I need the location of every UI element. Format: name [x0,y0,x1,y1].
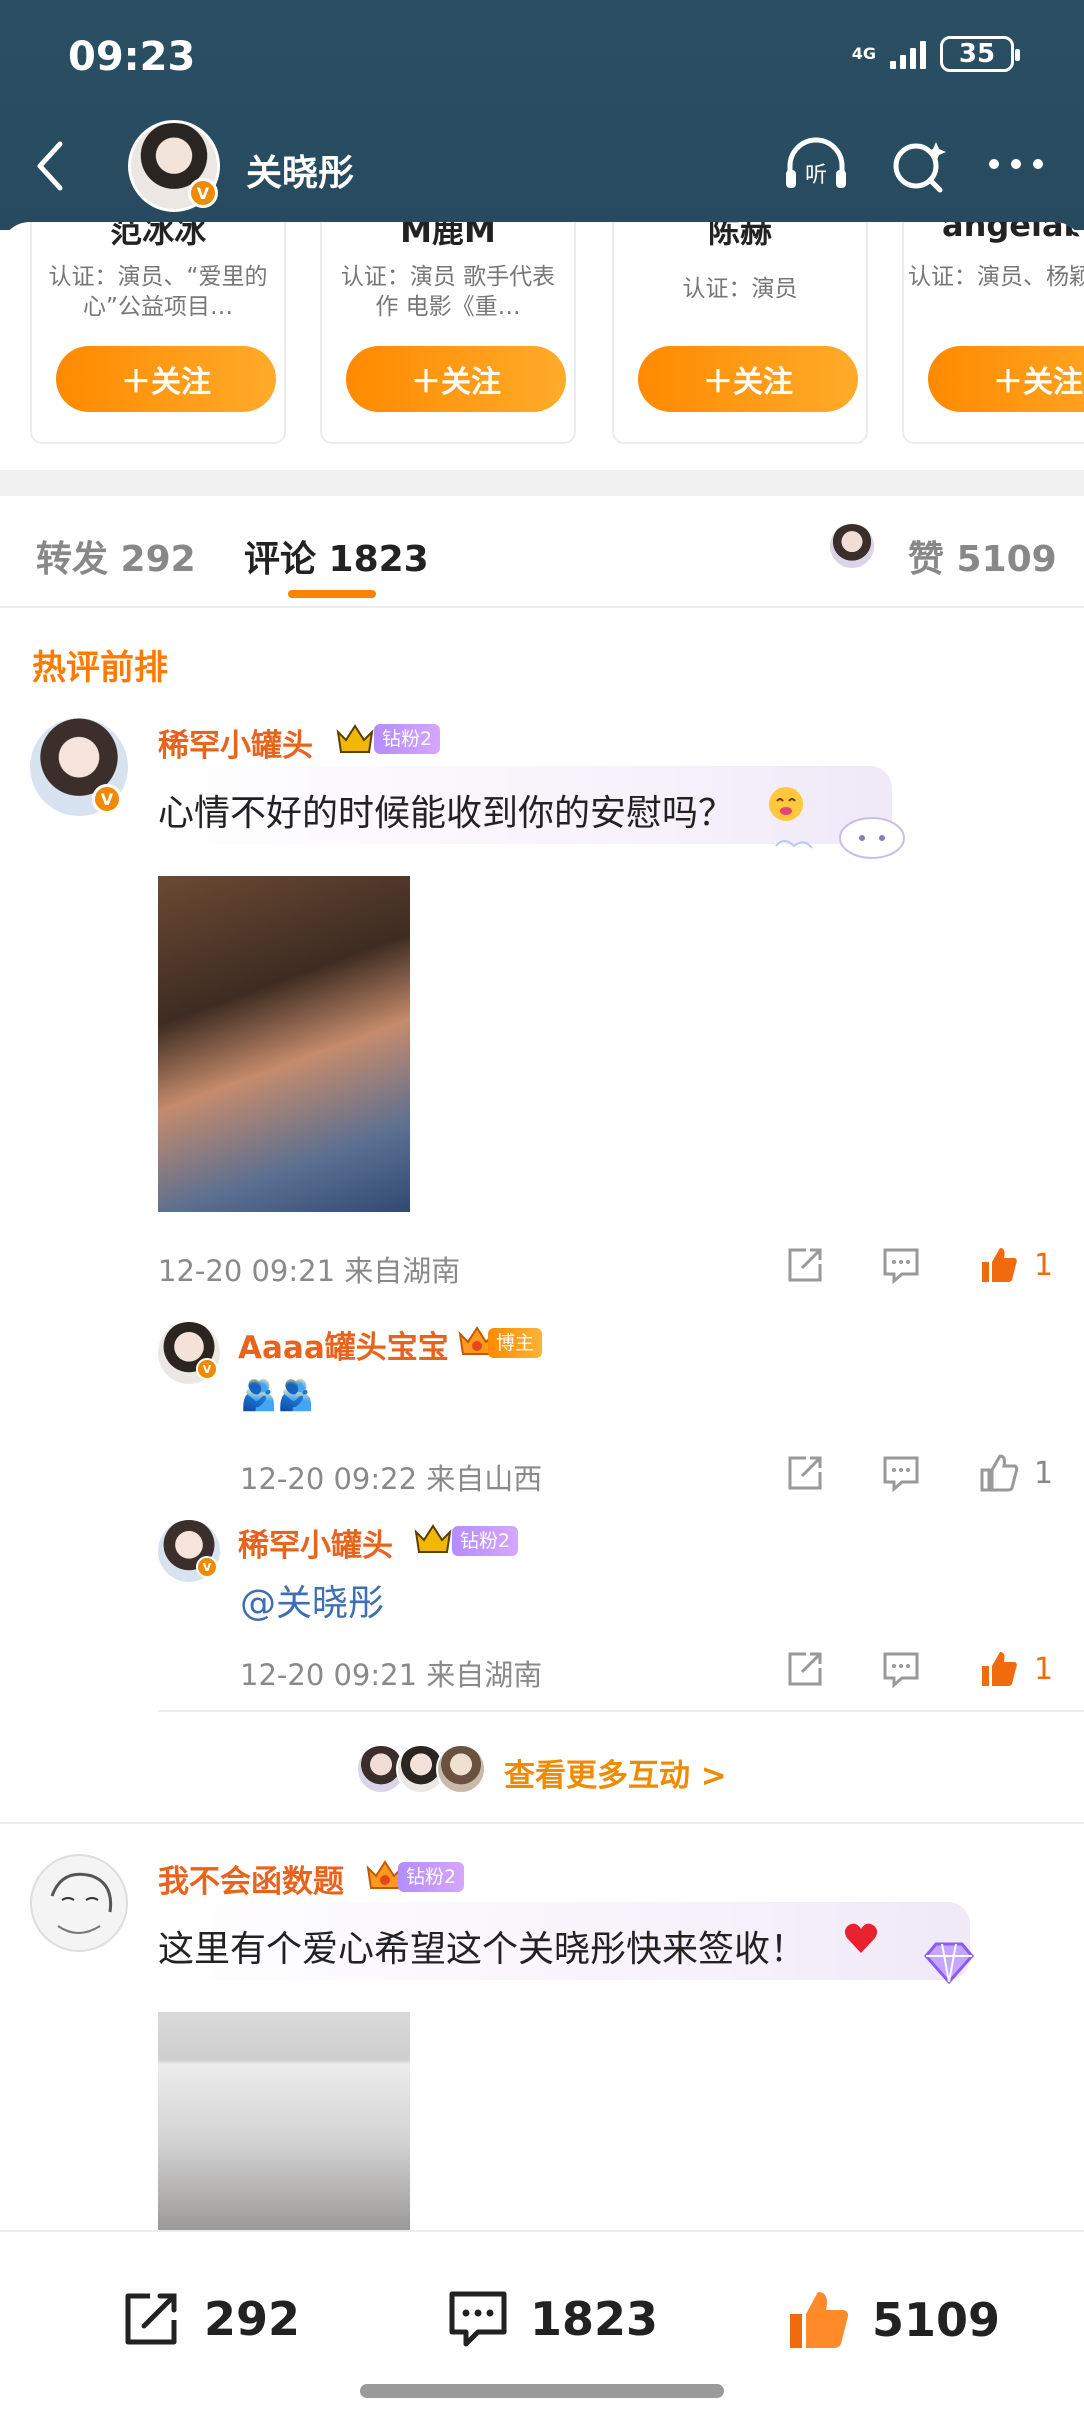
interaction-avatars [356,1744,490,1794]
reply-icon[interactable] [880,1244,922,1286]
network-label: 4G [851,44,876,63]
follow-button[interactable]: ＋关注 [638,346,858,412]
repost-action[interactable]: 292 [120,2288,300,2350]
comment-username[interactable]: 稀罕小罐头 [158,720,313,765]
follow-button[interactable]: ＋关注 [928,346,1084,412]
interaction-tabs: 转发 292 评论 1823 赞 5109 [0,496,1084,608]
tab-underline [288,590,376,598]
recommend-card[interactable]: M鹿M 认证：演员 歌手代表作 电影《重… ＋关注 [320,222,576,444]
like-count: 1 [1034,1248,1054,1283]
tab-comment[interactable]: 评论 1823 [244,530,429,582]
follow-button[interactable]: ＋关注 [56,346,276,412]
fan-badge: 钻粉2 [374,724,441,754]
comment-text: 这里有个爱心希望这个关晓彤快来签收！ [158,1929,807,1970]
comment-icon [449,2291,507,2347]
reply-icon[interactable] [880,1648,922,1690]
reply-username[interactable]: 稀罕小罐头 [238,1520,393,1565]
share-icon[interactable] [784,1452,826,1494]
status-icons: 4G 35 [851,36,1020,72]
status-time: 09:23 [68,34,196,80]
verified-badge-icon: V [196,1358,218,1380]
comment-count: 1823 [530,2292,659,2346]
reply-meta: 12-20 09:21 来自湖南 [240,1658,543,1692]
reply-icon[interactable] [880,1452,922,1494]
bottom-action-bar: 292 1823 5109 [0,2230,1084,2412]
host-badge: 博主 [488,1328,543,1358]
reply-text: 🫂🫂 [240,1378,315,1413]
verified-badge-icon: V [92,784,122,814]
tab-repost[interactable]: 转发 292 [36,530,196,582]
mini-avatar [436,1744,486,1794]
like-action[interactable]: 5109 [786,2288,1000,2352]
heart-icon [844,1923,878,1953]
like-count-bottom: 5109 [872,2293,1001,2347]
card-desc: 认证：演员、“爱里的心”公益项目… [48,264,268,320]
listen-icon[interactable]: 听 [780,132,852,196]
verified-badge-icon: V [188,178,218,208]
follow-button[interactable]: ＋关注 [346,346,566,412]
nav-title[interactable]: 关晓彤 [246,144,354,196]
section-gap [0,470,1084,496]
battery-icon: 35 [940,36,1020,72]
tab-like[interactable]: 赞 5109 [908,530,1057,582]
sketch-avatar-icon [50,1872,113,1934]
comment-divider [0,1822,1084,1824]
svg-text:听: 听 [805,163,827,188]
more-interactions-link[interactable]: 查看更多互动 > [504,1750,727,1795]
back-icon[interactable] [32,138,68,194]
crown-icon [414,1524,452,1553]
fan-badge: 钻粉2 [452,1526,519,1556]
bubble-decoration-icon [775,817,905,859]
reply-divider [158,1710,1084,1712]
thumb-up-icon[interactable] [978,1244,1020,1286]
top-header: 09:23 4G 35 V 关晓彤 听 [0,0,1084,230]
card-name: M鹿M [400,222,496,250]
comment-username[interactable]: 我不会函数题 [158,1856,344,1901]
signal-icon [890,39,926,69]
ai-search-icon[interactable] [884,132,956,196]
repost-icon [125,2293,177,2345]
comment-text: 心情不好的时候能收到你的安慰吗？ [158,793,735,834]
section-title: 热评前排 [32,648,168,688]
reply-mention[interactable]: @关晓彤 [240,1574,384,1626]
card-desc: 认证：演员 歌手代表作 电影《重… [340,264,556,320]
thumb-up-icon[interactable] [978,1452,1020,1494]
card-desc: 认证：演员、杨颖 [908,264,1084,290]
reply-meta: 12-20 09:22 来自山西 [240,1462,543,1496]
comment-photo[interactable] [158,2012,410,2230]
like-count: 1 [1034,1456,1054,1491]
gem-decoration-icon [924,1942,974,1985]
home-indicator[interactable] [360,2384,724,2398]
share-icon[interactable] [784,1244,826,1286]
card-name: 范冰冰 [109,222,206,250]
recommend-card[interactable]: 陈赫 认证：演员 ＋关注 [612,222,868,444]
thumb-up-icon[interactable] [978,1648,1020,1690]
like-icon [790,2292,848,2348]
fan-badge: 钻粉2 [398,1862,465,1892]
recommend-card[interactable]: angelab 认证：演员、杨颖 ＋关注 [902,222,1084,444]
comment-meta: 12-20 09:21 来自湖南 [158,1254,461,1288]
repost-count: 292 [204,2292,301,2346]
share-icon[interactable] [784,1648,826,1690]
verified-badge-icon: V [196,1556,218,1578]
recommend-cards: 范冰冰 认证：演员、“爱里的心”公益项目… ＋关注 M鹿M 认证：演员 歌手代表… [0,222,1084,470]
card-name: angelab [942,222,1084,244]
comment-action[interactable]: 1823 [446,2288,658,2350]
like-avatar [830,524,874,568]
commenter-avatar[interactable] [30,1854,128,1952]
card-name: 陈赫 [707,222,772,250]
comment-photo[interactable] [158,876,410,1212]
crown-icon [336,724,374,753]
reply-username[interactable]: Aaaa罐头宝宝 [238,1322,449,1367]
card-desc: 认证：演员 [682,276,798,302]
more-icon[interactable] [980,132,1052,196]
recommend-card[interactable]: 范冰冰 认证：演员、“爱里的心”公益项目… ＋关注 [30,222,286,444]
like-count: 1 [1034,1652,1054,1687]
